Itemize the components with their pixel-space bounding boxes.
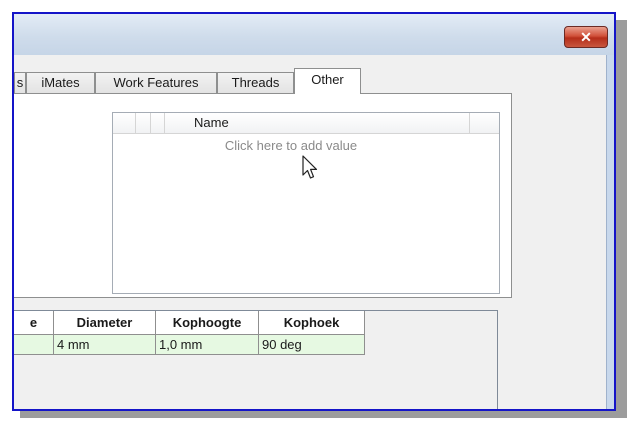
table-header-cell: Diameter [54, 311, 156, 335]
tab-work-features[interactable]: Work Features [95, 72, 217, 93]
name-value-grid[interactable]: Name Click here to add value [112, 112, 500, 294]
close-icon: ✕ [580, 29, 592, 45]
add-value-row[interactable]: Click here to add value [113, 138, 469, 153]
table-cell[interactable]: 1,0 mm [156, 335, 259, 355]
grid-header-divider [469, 113, 470, 133]
grid-header-divider [150, 113, 151, 133]
close-button[interactable]: ✕ [564, 26, 608, 48]
grid-header-divider [135, 113, 136, 133]
table-header-cell: Kophoek [259, 311, 365, 335]
table-header-cell: Kophoogte [156, 311, 259, 335]
grid-header: Name [113, 113, 499, 134]
table-header-cell: e [14, 311, 54, 335]
table-cell[interactable] [14, 335, 54, 355]
thread-properties-table: e Diameter Kophoogte Kophoek 4 mm 1,0 mm… [14, 310, 498, 409]
tab-label: Other [311, 72, 344, 87]
tab-partial[interactable]: s [14, 72, 26, 93]
tab-label: Threads [231, 75, 280, 90]
dialog-window: ✕ s iMates Work Features Threads Other N… [12, 12, 616, 411]
tab-threads[interactable]: Threads [217, 72, 294, 93]
name-column-header[interactable]: Name [194, 115, 229, 130]
grid-header-divider [164, 113, 165, 133]
tab-panel-other: Name Click here to add value [14, 93, 512, 298]
tab-label: Work Features [113, 75, 199, 90]
title-bar[interactable]: ✕ [14, 14, 614, 55]
mouse-pointer-icon [302, 155, 318, 179]
dialog-client-area: s iMates Work Features Threads Other Nam… [14, 55, 606, 409]
tab-label: iMates [41, 75, 80, 90]
table-cell[interactable]: 90 deg [259, 335, 365, 355]
tab-imates[interactable]: iMates [26, 72, 95, 93]
tab-label: s [16, 75, 24, 90]
window-border-right [606, 55, 614, 409]
table-cell[interactable]: 4 mm [54, 335, 156, 355]
tab-other[interactable]: Other [294, 68, 361, 94]
